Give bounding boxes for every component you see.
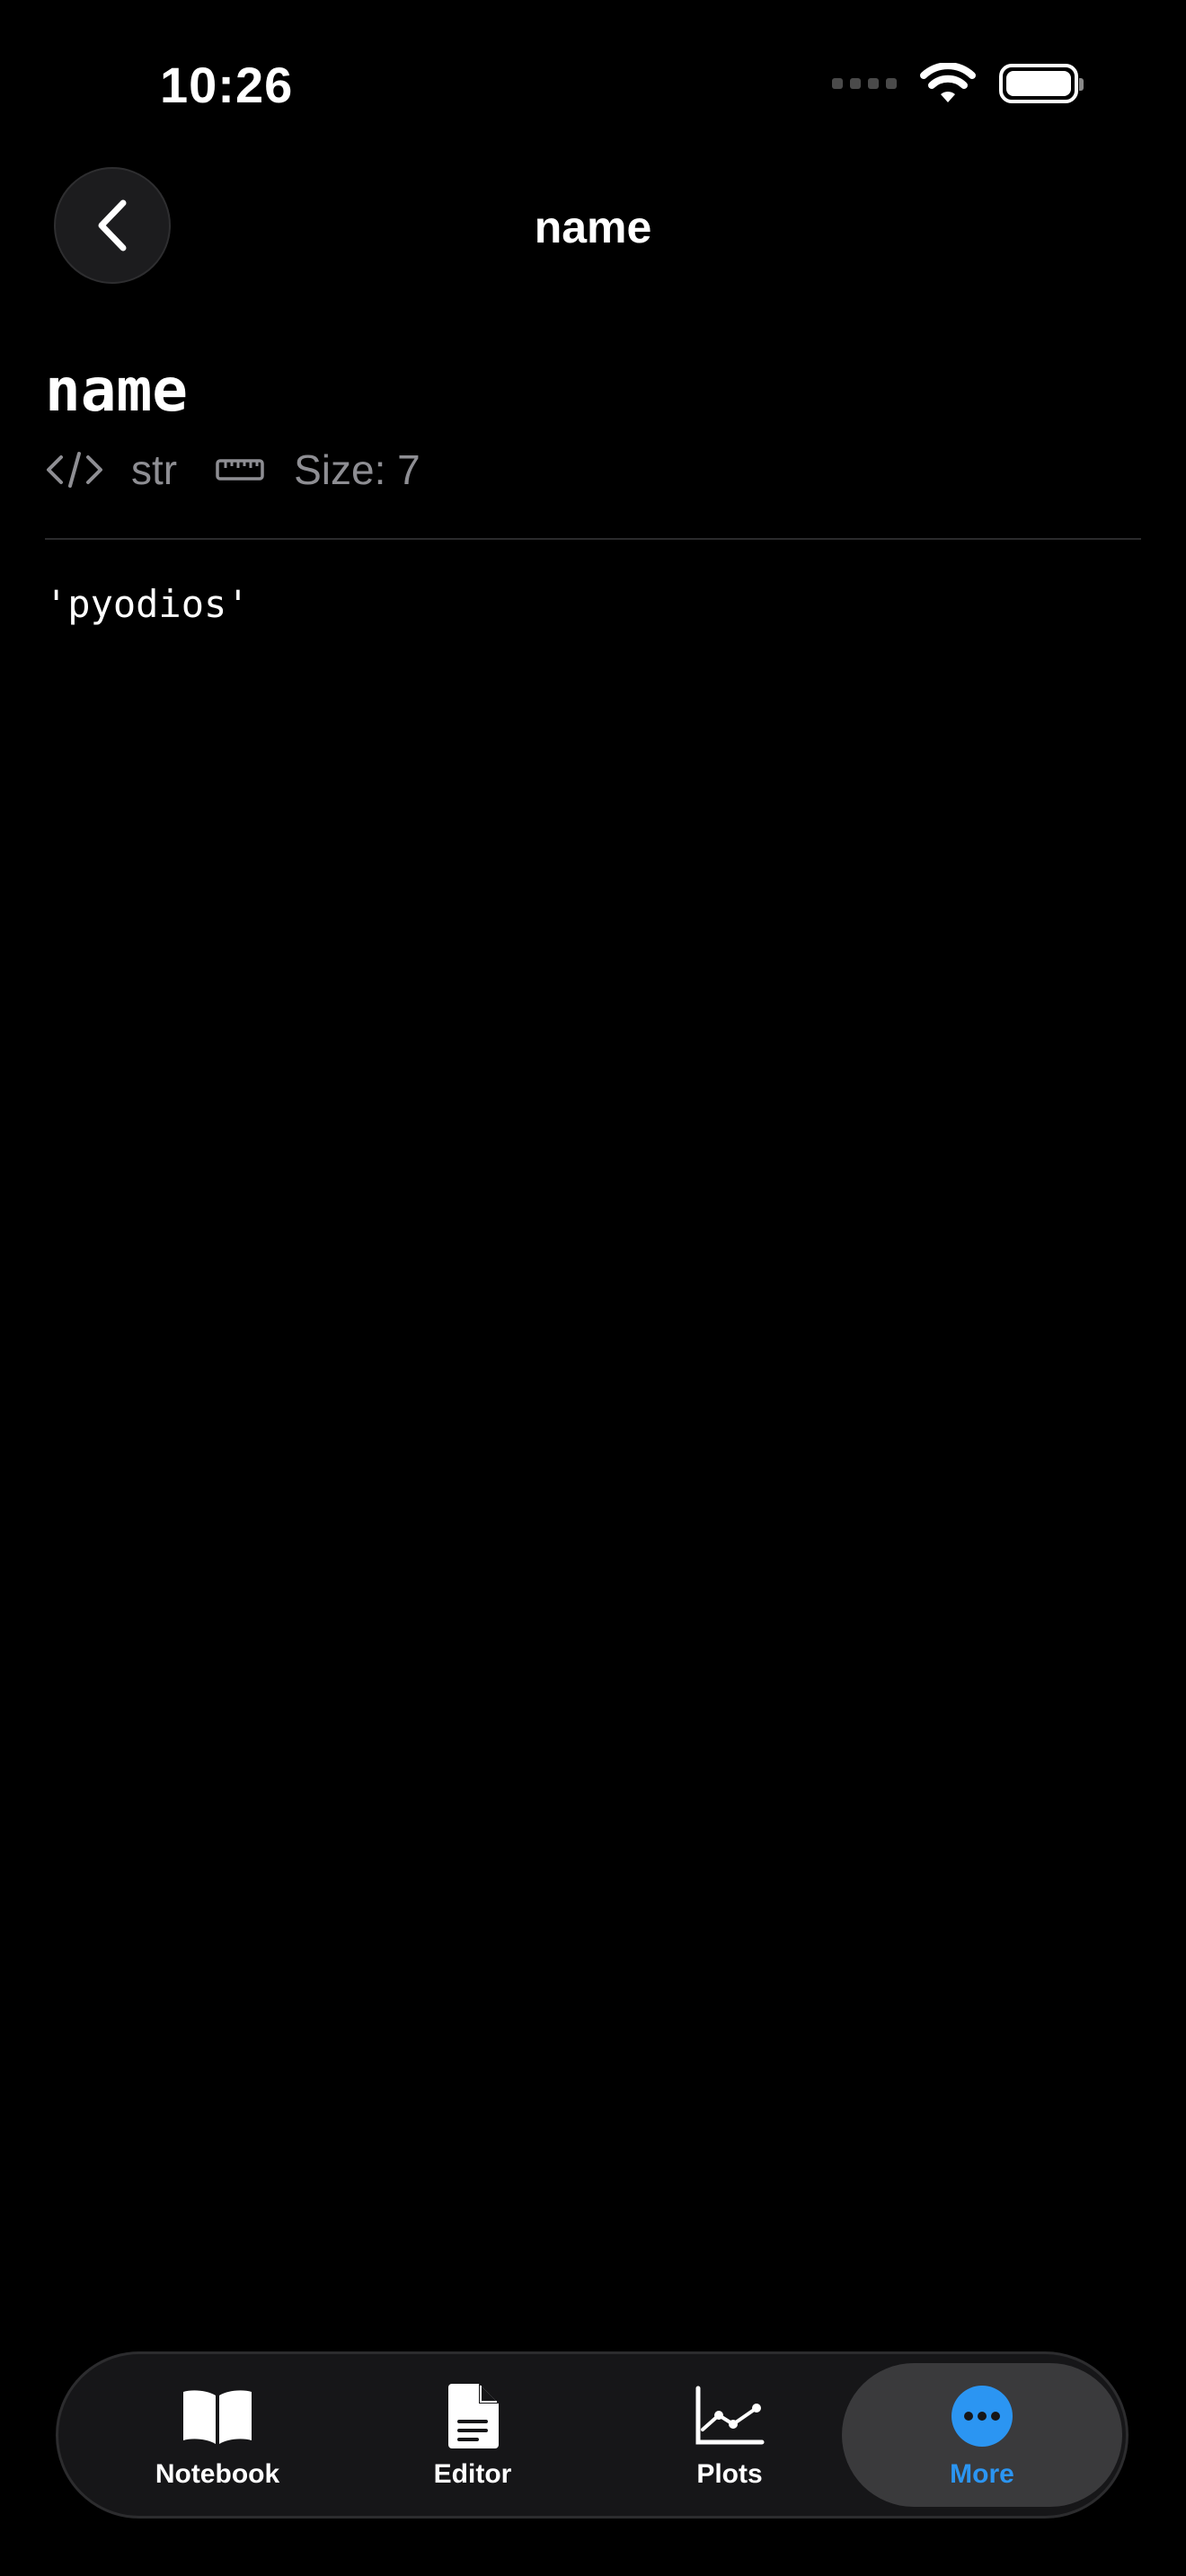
tab-label: Plots (696, 2459, 763, 2489)
tab-label: Notebook (155, 2459, 280, 2489)
tab-label: Editor (433, 2459, 512, 2489)
wifi-icon (920, 63, 976, 102)
variable-size: Size: 7 (294, 446, 420, 493)
cellular-signal-icon (832, 78, 897, 89)
variable-meta: str Size: 7 (45, 446, 420, 494)
tab-plots[interactable]: Plots (608, 2354, 851, 2516)
document-icon (448, 2384, 499, 2448)
book-icon (183, 2390, 252, 2444)
battery-icon (999, 64, 1084, 103)
status-time: 10:26 (160, 57, 294, 113)
status-icons (832, 63, 1084, 104)
nav-title: name (534, 202, 652, 252)
tab-more[interactable]: More (842, 2363, 1122, 2507)
tab-editor[interactable]: Editor (351, 2354, 594, 2516)
tab-label: More (950, 2459, 1014, 2489)
tab-bar: Notebook Editor Plots More (56, 2351, 1128, 2519)
more-icon (951, 2386, 1013, 2447)
code-icon (47, 452, 102, 488)
divider (45, 538, 1141, 540)
line-chart-icon (695, 2386, 765, 2445)
variable-name: name (45, 356, 188, 425)
variable-type: str (131, 446, 178, 493)
tab-notebook[interactable]: Notebook (96, 2354, 339, 2516)
ruler-icon (216, 459, 264, 481)
variable-value: 'pyodios' (45, 582, 250, 626)
